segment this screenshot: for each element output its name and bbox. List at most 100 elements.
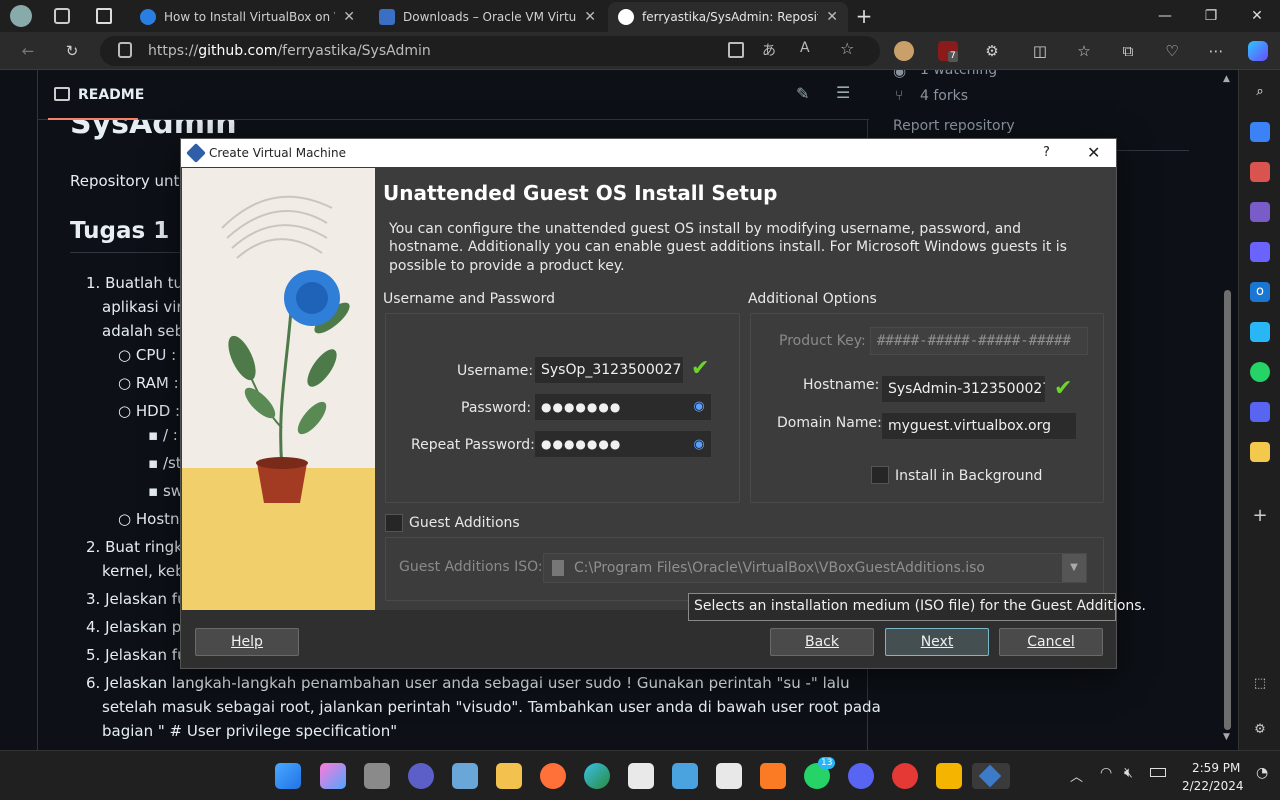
close-window-button[interactable]: ✕ [1234,0,1280,32]
snipping-tool-icon[interactable] [716,763,742,789]
password-input[interactable]: ●●●●●●● [534,393,712,421]
read-aloud-icon[interactable]: A [800,40,810,56]
readme-label[interactable]: README [78,87,144,103]
tab-virtualbox-guide[interactable]: How to Install VirtualBox on Win ✕ [130,2,365,32]
photos-icon[interactable] [452,763,478,789]
task-view-icon[interactable] [364,763,390,789]
restore-button[interactable]: ❐ [1188,0,1234,32]
guest-additions-iso-select[interactable]: C:\Program Files\Oracle\VirtualBox\VBoxG… [543,553,1087,583]
scroll-thumb[interactable] [1224,290,1231,730]
notepad-icon[interactable] [672,763,698,789]
dialog-close-button[interactable]: ✕ [1087,143,1100,162]
profile-avatar[interactable] [10,5,32,27]
hostname-input[interactable]: SysAdmin-3123500027 [881,375,1046,403]
close-tab-icon[interactable]: ✕ [343,9,355,25]
install-in-background-label[interactable]: Install in Background [895,468,1042,484]
firefox-icon[interactable] [540,763,566,789]
favorites-icon[interactable]: ☆ [1074,41,1094,61]
discord-taskbar-icon[interactable] [848,763,874,789]
additional-options-group-title: Additional Options [748,291,877,307]
back-button[interactable]: Back [770,628,874,656]
split-screen-icon[interactable]: ◫ [1030,41,1050,61]
vertical-tabs-icon[interactable] [96,8,112,24]
outline-list-icon[interactable]: ☰ [836,83,850,102]
guest-additions-label[interactable]: Guest Additions [409,515,520,531]
more-menu-icon[interactable]: ⋯ [1206,41,1226,61]
discord-sidebar-icon[interactable] [1250,402,1270,422]
microsoft-store-icon[interactable] [628,763,654,789]
media-player-icon[interactable] [892,763,918,789]
show-password-eye-icon[interactable]: ◉ [691,399,707,415]
watching-link[interactable]: 1 watching [920,70,997,78]
teams-meet-icon[interactable] [408,763,434,789]
repeat-password-input[interactable]: ●●●●●●● [534,430,712,458]
iso-tooltip: Selects an installation medium (ISO file… [688,593,1146,621]
battery-icon[interactable] [1150,768,1166,777]
dialog-help-button[interactable]: ? [1043,145,1050,160]
product-key-input[interactable]: #####-#####-#####-##### [870,327,1088,355]
virtualbox-taskbar-icon[interactable] [972,763,1010,789]
close-tab-icon[interactable]: ✕ [584,9,596,25]
send-icon[interactable] [1250,322,1270,342]
next-button[interactable]: Next [885,628,989,656]
ublock-icon[interactable]: 7 [938,41,958,62]
notes-icon[interactable] [1250,442,1270,462]
tab-github-repo[interactable]: ferryastika/SysAdmin: Repository ✕ [608,2,848,32]
windows-start-icon[interactable] [275,763,301,789]
shopping-tag-icon[interactable] [1250,122,1270,142]
show-repeat-password-eye-icon[interactable]: ◉ [691,437,707,453]
workspaces-icon[interactable] [54,8,70,24]
translate-icon[interactable]: あ [762,40,776,60]
page-scrollbar[interactable]: ▲ ▼ [1220,70,1234,750]
tab-virtualbox-downloads[interactable]: Downloads – Oracle VM VirtualBo ✕ [369,2,606,32]
whatsapp-taskbar-icon[interactable]: 13 [804,757,836,789]
list-item-6-line-1: 6. Jelaskan langkah-langkah penambahan u… [86,674,850,692]
cancel-button[interactable]: Cancel [999,628,1103,656]
favorite-star-icon[interactable]: ☆ [840,39,854,58]
help-button[interactable]: Help [195,628,299,656]
install-in-background-checkbox[interactable] [871,466,889,484]
volume-muted-icon[interactable]: 🔇︎ [1124,765,1133,781]
forks-link[interactable]: 4 forks [920,88,968,104]
extensions-puzzle-icon[interactable]: ⚙ [982,41,1002,61]
notification-bell-icon[interactable]: ◔ [1256,765,1268,781]
edit-pencil-icon[interactable]: ✎ [796,84,809,103]
tools-icon[interactable] [1250,162,1270,182]
screenshot-icon[interactable]: ⬚ [1250,674,1270,694]
medal-icon[interactable] [936,763,962,789]
games-icon[interactable] [1250,202,1270,222]
scroll-down-arrow[interactable]: ▼ [1223,732,1230,742]
whatsapp-sidebar-icon[interactable] [1250,362,1270,382]
xampp-icon[interactable] [760,763,786,789]
new-tab-button[interactable]: + [852,4,876,28]
dialog-title-bar[interactable]: Create Virtual Machine ? ✕ [181,139,1116,167]
guest-additions-checkbox[interactable] [385,514,403,532]
wifi-icon[interactable]: ◠ [1100,765,1112,781]
outlook-icon[interactable]: o [1250,282,1270,302]
add-sidebar-icon[interactable]: + [1250,506,1270,526]
extension-face-icon[interactable] [894,41,914,61]
refresh-icon[interactable]: ↻ [62,41,82,61]
settings-gear-icon[interactable]: ⚙ [1250,720,1270,740]
performance-heart-icon[interactable]: ♡ [1162,41,1182,61]
report-repository-link[interactable]: Report repository [893,118,1015,134]
copilot-taskbar-icon[interactable] [320,763,346,789]
copilot-sidebar-icon[interactable] [1250,242,1270,262]
edge-icon[interactable] [584,763,610,789]
dropdown-arrow-icon[interactable]: ▼ [1062,554,1086,582]
domain-name-input[interactable]: myguest.virtualbox.org [881,412,1077,440]
scroll-up-arrow[interactable]: ▲ [1223,74,1230,84]
back-arrow-icon[interactable]: ← [18,41,38,61]
tray-chevron-icon[interactable]: ︿ [1070,766,1083,785]
url-bar[interactable]: https://github.com/ferryastika/SysAdmin … [100,36,880,66]
clock-date[interactable]: 2/22/2024 [1182,779,1244,793]
copilot-icon[interactable] [1248,41,1268,61]
username-input[interactable]: SysOp_3123500027 [534,356,684,384]
search-icon[interactable]: ⌕ [1250,82,1270,102]
clock-time[interactable]: 2:59 PM [1192,761,1240,775]
close-tab-icon[interactable]: ✕ [826,9,838,25]
file-explorer-icon[interactable] [496,763,522,789]
minimize-button[interactable]: — [1142,0,1188,32]
app-available-icon[interactable] [728,42,744,58]
collections-icon[interactable]: ⧉ [1118,41,1138,61]
